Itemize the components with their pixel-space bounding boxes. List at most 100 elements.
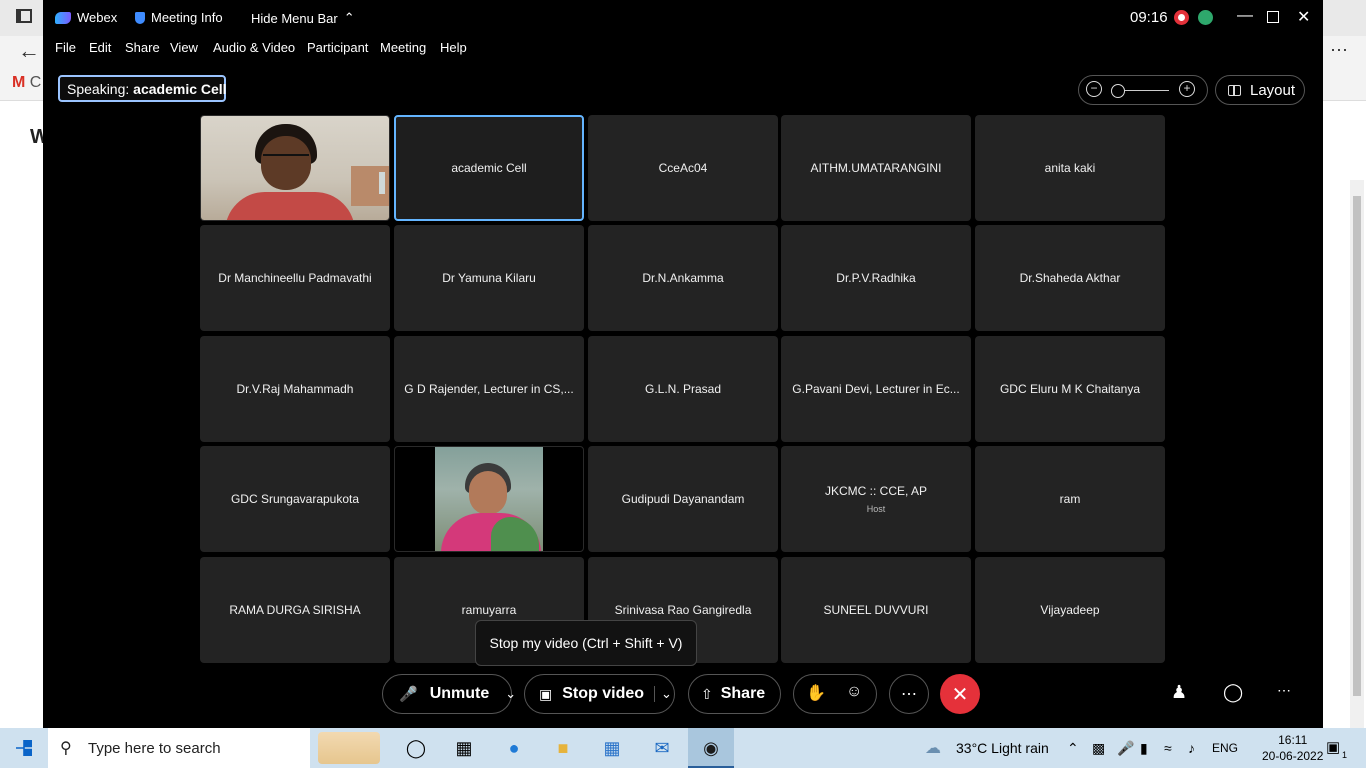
close-icon: ✕ — [951, 683, 969, 706]
participant-tile[interactable]: JKCMC :: CCE, AP Host — [781, 446, 971, 552]
participant-tile[interactable] — [200, 115, 390, 221]
menu-edit[interactable]: Edit — [89, 40, 111, 55]
participant-tile[interactable]: G.L.N. Prasad — [588, 336, 778, 442]
stop-video-button[interactable]: ▣ Stop video ⌄ — [524, 674, 675, 714]
store-icon[interactable]: ▦ — [600, 736, 624, 760]
participant-name: ramuyarra — [461, 603, 517, 617]
tab-actions-icon[interactable] — [16, 9, 32, 23]
menu-view[interactable]: View — [170, 40, 198, 55]
participants-panel-icon[interactable]: ♟ — [1171, 682, 1187, 703]
minimize-icon[interactable]: — — [1237, 7, 1253, 25]
recording-icon[interactable] — [1174, 10, 1189, 25]
participant-tile[interactable]: GDC Eluru M K Chaitanya — [975, 336, 1165, 442]
participant-tile[interactable]: GDC Srungavarapukota — [200, 446, 390, 552]
zoom-slider[interactable]: − + — [1078, 75, 1208, 105]
cortana-icon[interactable]: ◯ — [404, 736, 428, 760]
menu-audio-video[interactable]: Audio & Video — [213, 40, 295, 55]
network-health-icon[interactable] — [1198, 10, 1213, 25]
menu-meeting[interactable]: Meeting — [380, 40, 426, 55]
taskbar-clock[interactable]: 16:11 20-06-2022 — [1262, 732, 1323, 764]
participant-tile[interactable]: Dr.N.Ankamma — [588, 225, 778, 331]
edge-icon[interactable]: ● — [502, 736, 526, 760]
zoom-knob[interactable] — [1111, 84, 1125, 98]
chevron-up-icon[interactable]: ⌃ — [1067, 740, 1079, 757]
gmail-icon[interactable]: M C — [12, 74, 41, 92]
app-name: Webex — [77, 10, 118, 25]
raise-hand-icon[interactable]: ✋ — [806, 683, 826, 703]
more-panels-icon[interactable]: ⋯ — [1277, 682, 1291, 699]
participant-name: Dr Manchineellu Padmavathi — [218, 271, 372, 285]
webex-window: Webex Meeting Info Hide Menu Bar ⌃ 09:16… — [43, 0, 1323, 728]
language-indicator[interactable]: ENG — [1212, 741, 1238, 755]
participant-tile[interactable]: Dr.V.Raj Mahammadh — [200, 336, 390, 442]
participant-tile[interactable] — [394, 446, 584, 552]
meet-now-icon[interactable]: ▩ — [1092, 740, 1105, 757]
microphone-icon[interactable]: 🎤 — [1117, 740, 1134, 757]
participant-tile[interactable]: Dr Yamuna Kilaru — [394, 225, 584, 331]
participant-tile[interactable]: Dr.P.V.Radhika — [781, 225, 971, 331]
chevron-down-icon[interactable]: ⌄ — [505, 686, 516, 702]
participant-tile[interactable]: RAMA DURGA SIRISHA — [200, 557, 390, 663]
close-icon[interactable]: ✕ — [1297, 7, 1310, 27]
meeting-info-button[interactable]: Meeting Info — [135, 10, 223, 25]
weather-text[interactable]: 33°C Light rain — [956, 740, 1049, 756]
back-arrow-icon[interactable]: ← — [18, 38, 40, 64]
zoom-in-icon[interactable]: + — [1179, 81, 1195, 97]
chat-icon[interactable]: ◯ — [1223, 682, 1243, 703]
task-view-icon[interactable]: ▦ — [452, 736, 476, 760]
wifi-icon[interactable]: ≈ — [1164, 740, 1172, 756]
participant-tile[interactable]: Dr.Shaheda Akthar — [975, 225, 1165, 331]
weather-cloud-icon[interactable]: ☁ — [925, 738, 941, 758]
participant-tile[interactable]: AITHM.UMATARANGINI — [781, 115, 971, 221]
menu-share[interactable]: Share — [125, 40, 160, 55]
participant-name: CceAc04 — [658, 161, 708, 175]
hide-menu-bar-button[interactable]: Hide Menu Bar ⌃ — [251, 10, 355, 26]
menu-help[interactable]: Help — [440, 40, 467, 55]
participant-name: Dr.P.V.Radhika — [836, 271, 916, 285]
participant-tile[interactable]: CceAc04 — [588, 115, 778, 221]
webex-taskbar-button[interactable]: ◉ — [688, 728, 734, 768]
webex-taskbar-icon: ◉ — [703, 737, 719, 758]
windows-start-icon[interactable] — [16, 740, 32, 756]
notification-icon[interactable]: ▣ — [1326, 738, 1340, 756]
file-explorer-icon[interactable]: ■ — [551, 736, 575, 760]
participant-name: GDC Srungavarapukota — [230, 492, 360, 506]
browser-menu-icon[interactable]: ⋯ — [1330, 40, 1348, 61]
scrollbar-thumb[interactable] — [1353, 196, 1361, 696]
participant-name: G D Rajender, Lecturer in CS,... — [404, 382, 574, 396]
unmute-button[interactable]: 🎤 Unmute ⌄ — [382, 674, 516, 714]
participant-tile[interactable]: SUNEEL DUVVURI — [781, 557, 971, 663]
participant-tile[interactable]: G D Rajender, Lecturer in CS,... — [394, 336, 584, 442]
reactions-icon[interactable]: ☺ — [846, 683, 862, 701]
more-options-button[interactable]: ⋯ — [889, 674, 929, 714]
participant-tile[interactable]: Gudipudi Dayanandam — [588, 446, 778, 552]
participant-tile[interactable]: ram — [975, 446, 1165, 552]
battery-icon[interactable]: ▮ — [1140, 740, 1148, 757]
share-icon: ⇧ — [701, 685, 713, 702]
webex-app-label[interactable]: Webex — [55, 10, 117, 25]
menu-participant[interactable]: Participant — [307, 40, 368, 55]
participant-tile[interactable]: anita kaki — [975, 115, 1165, 221]
windows-taskbar: ⚲ Type here to search ◯ ▦ ● ■ ▦ ✉ ◉ ☁ 33… — [0, 728, 1366, 768]
layout-button[interactable]: Layout — [1215, 75, 1305, 105]
taskbar-search[interactable]: ⚲ Type here to search — [48, 728, 310, 768]
meeting-info-label: Meeting Info — [151, 10, 223, 25]
participant-name: anita kaki — [1044, 161, 1096, 175]
participant-tile[interactable]: G.Pavani Devi, Lecturer in Ec... — [781, 336, 971, 442]
maximize-icon[interactable] — [1267, 11, 1279, 23]
menu-file[interactable]: File — [55, 40, 76, 55]
gmail-letter: M — [12, 74, 26, 91]
mail-icon[interactable]: ✉ — [650, 736, 674, 760]
participant-tile[interactable]: academic Cell — [394, 115, 584, 221]
zoom-out-icon[interactable]: − — [1086, 81, 1102, 97]
participant-tile[interactable]: Dr Manchineellu Padmavathi — [200, 225, 390, 331]
share-button[interactable]: ⇧ Share — [688, 674, 781, 714]
search-placeholder: Type here to search — [88, 739, 221, 757]
participant-tile[interactable]: Vijayadeep — [975, 557, 1165, 663]
search-highlight-image[interactable] — [318, 732, 380, 764]
chevron-down-icon[interactable]: ⌄ — [654, 686, 672, 702]
volume-icon[interactable]: ♪ — [1188, 740, 1195, 756]
participant-name: G.L.N. Prasad — [644, 382, 722, 396]
leave-meeting-button[interactable]: ✕ — [940, 674, 980, 714]
browser-scrollbar[interactable] — [1350, 180, 1364, 728]
